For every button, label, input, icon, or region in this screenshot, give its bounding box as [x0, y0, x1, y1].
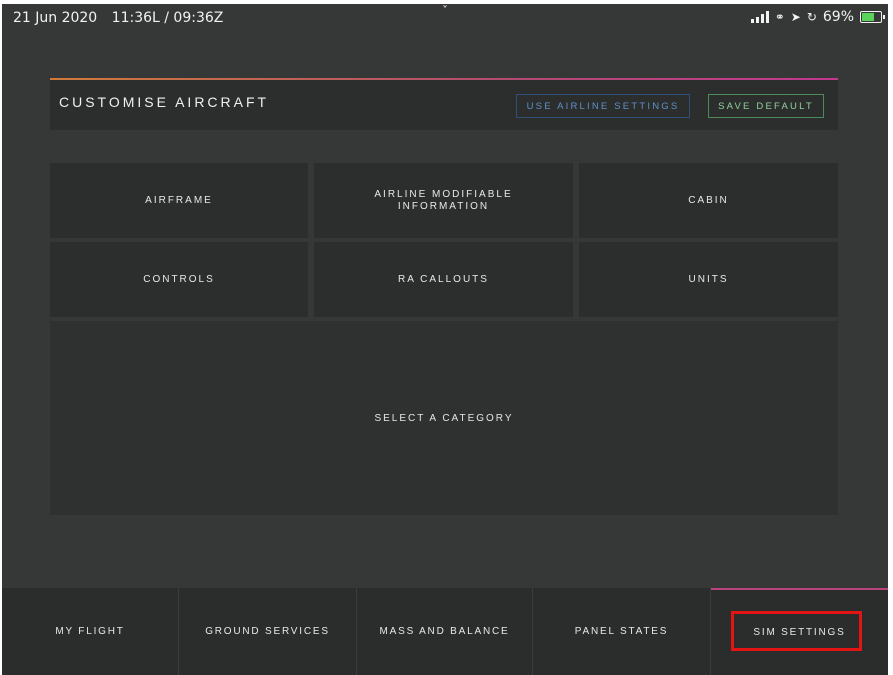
page-title: CUSTOMISE AIRCRAFT — [59, 94, 270, 110]
category-units[interactable]: UNITS — [579, 242, 838, 317]
signal-icon — [750, 11, 769, 23]
category-airframe[interactable]: AIRFRAME — [50, 163, 308, 238]
bottom-navigation: MY FLIGHT GROUND SERVICES MASS AND BALAN… — [2, 588, 888, 675]
nav-mass-and-balance[interactable]: MASS AND BALANCE — [357, 588, 533, 675]
status-bar-left: 21 Jun 2020 11:36L / 09:36Z — [13, 10, 233, 26]
use-airline-settings-button[interactable]: USE AIRLINE SETTINGS — [516, 94, 690, 118]
status-date: 21 Jun 2020 — [13, 10, 98, 26]
save-default-button[interactable]: SAVE DEFAULT — [708, 94, 824, 118]
rotation-lock-icon: ↻ — [806, 10, 817, 24]
category-content-area: SELECT A CATEGORY — [50, 321, 838, 515]
status-time: 11:36L / 09:36Z — [111, 10, 224, 26]
category-controls[interactable]: CONTROLS — [50, 242, 308, 317]
battery-fill — [862, 13, 875, 21]
battery-percentage: 69% — [822, 9, 854, 25]
location-arrow-icon: ➤ — [790, 10, 801, 24]
select-category-placeholder: SELECT A CATEGORY — [374, 412, 514, 424]
nav-sim-settings[interactable]: SIM SETTINGS — [711, 588, 888, 675]
category-airline-modifiable-information[interactable]: AIRLINE MODIFIABLE INFORMATION — [314, 163, 573, 238]
customise-aircraft-header: CUSTOMISE AIRCRAFT USE AIRLINE SETTINGS … — [50, 78, 838, 130]
battery-icon — [860, 11, 885, 23]
nav-ground-services[interactable]: GROUND SERVICES — [179, 588, 357, 675]
category-cabin[interactable]: CABIN — [579, 163, 838, 238]
chevron-down-icon[interactable]: ˇ — [442, 4, 448, 18]
nav-label: PANEL STATES — [574, 626, 669, 637]
link-icon: ⚭ — [774, 10, 785, 24]
category-ra-callouts[interactable]: RA CALLOUTS — [314, 242, 573, 317]
nav-label: MY FLIGHT — [55, 626, 125, 637]
status-bar-right: ⚭ ➤ ↻ 69% — [750, 9, 885, 25]
nav-panel-states[interactable]: PANEL STATES — [533, 588, 711, 675]
category-label: CONTROLS — [143, 273, 215, 285]
app-screen: 21 Jun 2020 11:36L / 09:36Z ˇ ⚭ ➤ ↻ 69% … — [2, 4, 888, 675]
nav-label: MASS AND BALANCE — [379, 626, 510, 637]
nav-label: SIM SETTINGS — [753, 627, 846, 638]
category-label: AIRFRAME — [145, 194, 213, 206]
nav-my-flight[interactable]: MY FLIGHT — [2, 588, 179, 675]
category-label: RA CALLOUTS — [398, 273, 489, 285]
category-label: UNITS — [688, 273, 729, 285]
nav-label: GROUND SERVICES — [205, 626, 330, 637]
category-label: CABIN — [688, 194, 729, 206]
category-label: AIRLINE MODIFIABLE INFORMATION — [374, 188, 513, 212]
